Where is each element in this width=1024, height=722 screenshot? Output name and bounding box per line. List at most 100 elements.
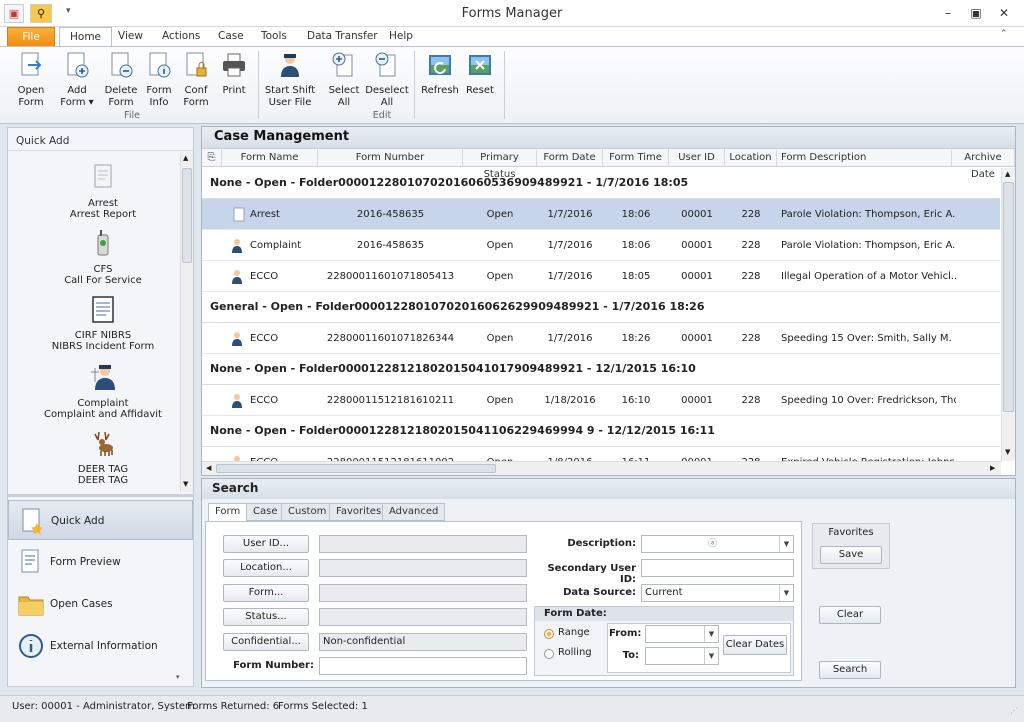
secondary-user-id-input[interactable] bbox=[641, 559, 794, 577]
scroll-down-icon[interactable]: ▼ bbox=[183, 480, 188, 488]
restore-icon[interactable]: ▣ bbox=[964, 5, 988, 21]
column-form-time[interactable]: Form Time bbox=[603, 149, 669, 167]
search-tab-favorites[interactable]: Favorites bbox=[329, 503, 389, 521]
scroll-up-icon[interactable]: ▲ bbox=[1005, 170, 1010, 178]
scroll-thumb[interactable] bbox=[182, 168, 192, 263]
search-tab-advanced[interactable]: Advanced bbox=[382, 503, 446, 521]
column-location[interactable]: Location bbox=[725, 149, 777, 167]
tab-case[interactable]: Case bbox=[208, 27, 254, 47]
table-row[interactable]: Complaint 2016-458635 Open 1/7/2016 18:0… bbox=[202, 230, 1000, 261]
print-button[interactable]: Print bbox=[216, 51, 252, 97]
minimize-icon[interactable]: – bbox=[936, 5, 960, 21]
status-field[interactable] bbox=[319, 608, 527, 626]
search-tab-custom[interactable]: Custom bbox=[281, 503, 334, 521]
column-form-date[interactable]: Form Date bbox=[537, 149, 603, 167]
location-button[interactable]: Location... bbox=[223, 559, 309, 577]
clear-dates-button[interactable]: Clear Dates bbox=[723, 635, 787, 655]
resize-grip-icon[interactable]: ⋰ bbox=[1010, 700, 1018, 722]
form-number-input[interactable] bbox=[319, 657, 527, 675]
select-all-button[interactable]: Select All bbox=[324, 51, 364, 109]
column-archive-date[interactable]: Archive Date bbox=[952, 149, 1015, 180]
table-row[interactable]: ECCO 22800011512181611092 Open 1/8/2016 … bbox=[202, 447, 1000, 461]
nav-external-information[interactable]: External Information bbox=[8, 626, 192, 666]
scroll-down-icon[interactable]: ▼ bbox=[1005, 448, 1010, 456]
range-radio[interactable] bbox=[544, 629, 554, 639]
confidential-field[interactable]: Non-confidential bbox=[319, 633, 527, 651]
tab-file[interactable]: File bbox=[7, 27, 55, 47]
close-icon[interactable]: ✕ bbox=[992, 5, 1016, 21]
refresh-button[interactable]: Refresh bbox=[420, 51, 460, 97]
scroll-thumb[interactable] bbox=[216, 464, 496, 473]
scroll-left-icon[interactable]: ◀ bbox=[206, 464, 211, 472]
quick-add-item-complaint[interactable]: Complaint Complaint and Affidavit bbox=[24, 362, 182, 420]
conf-form-button[interactable]: Conf Form bbox=[178, 51, 214, 109]
rolling-radio[interactable] bbox=[544, 649, 554, 659]
table-row[interactable]: Arrest 2016-458635 Open 1/7/2016 18:06 0… bbox=[202, 199, 1000, 230]
description-select[interactable]: ⓐ ▼ bbox=[641, 535, 794, 553]
table-row[interactable]: ECCO 22800011601071805413 Open 1/7/2016 … bbox=[202, 261, 1000, 292]
quick-add-item-cfs[interactable]: CFS Call For Service bbox=[24, 228, 182, 286]
column-form-name[interactable]: Form Name bbox=[222, 149, 318, 167]
user-id-field[interactable] bbox=[319, 535, 527, 553]
form-info-button[interactable]: Form Info bbox=[142, 51, 176, 109]
scroll-thumb[interactable] bbox=[1003, 182, 1014, 412]
tab-tools[interactable]: Tools bbox=[251, 27, 297, 47]
group-header[interactable]: None - Open - Folder00001228010702016060… bbox=[202, 168, 1000, 199]
clear-button[interactable]: Clear bbox=[819, 606, 881, 624]
reset-button[interactable]: Reset bbox=[462, 51, 498, 97]
nav-quick-add[interactable]: Quick Add bbox=[8, 500, 193, 540]
status-button[interactable]: Status... bbox=[223, 608, 309, 626]
data-source-select[interactable]: Current ▼ bbox=[641, 584, 794, 602]
quick-add-item-cirf-nibrs[interactable]: CIRF NIBRS NIBRS Incident Form bbox=[24, 294, 182, 352]
form-field[interactable] bbox=[319, 584, 527, 602]
column-form-description[interactable]: Form Description bbox=[777, 149, 952, 167]
tab-home[interactable]: Home bbox=[59, 27, 113, 48]
chevron-down-icon[interactable]: ▼ bbox=[704, 626, 718, 642]
grid-horizontal-scrollbar[interactable]: ◀ ▶ bbox=[202, 461, 1001, 475]
table-row[interactable]: ECCO 22800011601071826344 Open 1/7/2016 … bbox=[202, 323, 1000, 354]
start-shift-button[interactable]: Start Shift User File bbox=[264, 51, 316, 109]
search-tab-form[interactable]: Form bbox=[208, 503, 248, 522]
deselect-all-button[interactable]: Deselect All bbox=[364, 51, 410, 109]
confidential-button[interactable]: Confidential... bbox=[223, 633, 309, 651]
scroll-right-icon[interactable]: ▶ bbox=[990, 464, 995, 472]
column-form-number[interactable]: Form Number bbox=[318, 149, 463, 167]
form-button[interactable]: Form... bbox=[223, 584, 309, 602]
scroll-up-icon[interactable]: ▲ bbox=[183, 154, 188, 162]
chevron-down-icon[interactable]: ▼ bbox=[779, 585, 793, 601]
nav-open-cases[interactable]: Open Cases bbox=[8, 584, 192, 624]
tab-help[interactable]: Help bbox=[379, 27, 423, 47]
location-field[interactable] bbox=[319, 559, 527, 577]
quick-add-scrollbar[interactable]: ▲ ▼ bbox=[180, 152, 193, 492]
group-header[interactable]: General - Open - Folder00001228010702016… bbox=[202, 292, 1000, 323]
grid-vertical-scrollbar[interactable]: ▲ ▼ bbox=[1001, 168, 1015, 461]
open-form-button[interactable]: Open Form bbox=[10, 51, 52, 109]
search-button[interactable]: Search bbox=[819, 661, 881, 679]
column-primary-status[interactable]: Primary Status bbox=[463, 149, 537, 180]
save-button[interactable]: Save bbox=[820, 546, 882, 564]
from-date-select[interactable]: ▼ bbox=[645, 625, 719, 643]
cell-status: Open bbox=[463, 447, 537, 461]
search-tab-case[interactable]: Case bbox=[246, 503, 285, 521]
ribbon-collapse-icon[interactable]: ⌃ bbox=[1000, 29, 1008, 39]
table-row[interactable]: ECCO 22800011512181610211 Open 1/18/2016… bbox=[202, 385, 1000, 416]
tab-data-transfer[interactable]: Data Transfer bbox=[297, 27, 388, 47]
quick-add-item-deer-tag[interactable]: DEER TAG DEER TAG bbox=[24, 428, 182, 486]
column-user-id[interactable]: User ID bbox=[669, 149, 725, 167]
chevron-down-icon[interactable]: ▼ bbox=[704, 648, 718, 664]
chevron-down-icon[interactable]: ▼ bbox=[779, 536, 793, 552]
delete-form-button[interactable]: Delete Form bbox=[100, 51, 142, 109]
group-header[interactable]: None - Open - Folder00001228121802015041… bbox=[202, 354, 1000, 385]
user-id-button[interactable]: User ID... bbox=[223, 535, 309, 553]
splitter[interactable] bbox=[8, 494, 193, 497]
attachment-column-icon[interactable]: ⎘ bbox=[202, 149, 222, 167]
quick-add-item-arrest[interactable]: Arrest Arrest Report bbox=[24, 162, 182, 220]
nav-form-preview[interactable]: Form Preview bbox=[8, 542, 192, 582]
add-form-button[interactable]: Add Form ▾ bbox=[56, 51, 98, 109]
tab-view[interactable]: View bbox=[108, 27, 153, 47]
tab-actions[interactable]: Actions bbox=[152, 27, 210, 47]
to-date-select[interactable]: ▼ bbox=[645, 647, 719, 665]
group-header[interactable]: None - Open - Folder00001228121802015041… bbox=[202, 416, 1000, 447]
quick-add-item-sublabel: Call For Service bbox=[64, 275, 142, 286]
nav-overflow-icon[interactable]: ▾ bbox=[176, 673, 180, 681]
